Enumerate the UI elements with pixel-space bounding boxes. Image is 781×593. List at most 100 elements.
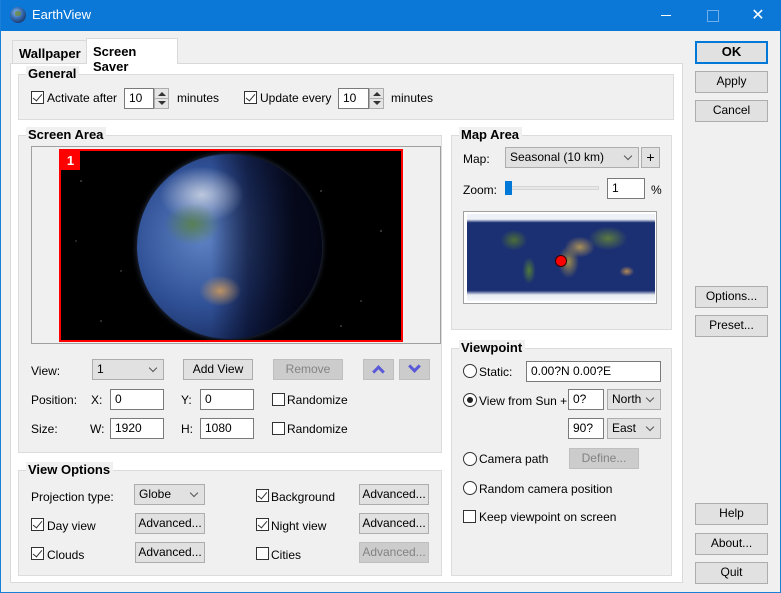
size-height-input[interactable]: 1080 [200,418,254,439]
night-view-checkbox[interactable] [256,518,269,531]
randomize-position-label: Randomize [287,393,348,407]
chevron-down-icon [408,360,421,373]
quit-button[interactable]: Quit [695,562,768,584]
randomize-size-checkbox[interactable] [272,422,285,435]
camera-path-label: Camera path [479,452,549,466]
remove-view-button[interactable]: Remove [273,359,343,380]
night-view-advanced-button[interactable]: Advanced... [359,513,429,534]
view-from-sun-radio[interactable] [463,393,477,407]
chevron-down-icon [148,363,158,373]
cancel-button[interactable]: Cancel [695,100,768,122]
spin-up-icon[interactable] [373,92,381,96]
activate-after-spinner[interactable] [154,88,169,109]
latitude-direction-value: North [612,392,642,406]
viewpoint-group-title: Viewpoint [459,340,526,355]
screen-area-group-title: Screen Area [26,127,107,142]
chevron-down-icon [623,151,633,161]
define-camera-path-button[interactable]: Define... [569,448,639,469]
close-button[interactable]: ✕ [735,0,781,31]
cities-advanced-button[interactable]: Advanced... [359,542,429,563]
preset-button[interactable]: Preset... [695,315,768,337]
day-view-advanced-button[interactable]: Advanced... [135,513,205,534]
cities-label: Cities [271,548,302,562]
position-y-input[interactable]: 0 [200,389,254,410]
clouds-checkbox[interactable] [31,547,44,560]
position-x-input[interactable]: 0 [110,389,164,410]
update-every-input[interactable]: 10 [338,88,369,109]
randomize-position-checkbox[interactable] [272,393,285,406]
projection-type-select[interactable]: Globe [134,484,205,505]
map-area-group-title: Map Area [459,127,523,142]
background-checkbox[interactable] [256,489,269,502]
static-coordinates-input[interactable]: 0.00?N 0.00?E [526,361,661,382]
map-select-value: Seasonal (10 km) [510,150,605,164]
ok-button[interactable]: OK [695,41,768,64]
random-camera-label: Random camera position [479,482,613,496]
spin-down-icon[interactable] [158,101,166,105]
earth-globe-preview [137,154,322,339]
general-group-title: General [26,66,80,81]
update-every-label: Update every [260,91,332,105]
view-from-sun-label: View from Sun + [479,394,568,408]
background-advanced-button[interactable]: Advanced... [359,484,429,505]
move-view-up-button[interactable] [363,359,394,380]
screen-number-badge: 1 [61,151,80,170]
clouds-label: Clouds [47,548,85,562]
add-view-button[interactable]: Add View [183,359,253,380]
view-label: View: [31,364,61,378]
chevron-down-icon [189,488,199,498]
projection-type-label: Projection type: [31,490,114,504]
h-label: H: [181,422,193,436]
update-every-checkbox[interactable] [244,91,257,104]
projection-type-value: Globe [139,487,172,501]
sun-longitude-direction-select[interactable]: East [607,418,661,439]
sun-longitude-input[interactable]: 90? [568,418,604,439]
map-select[interactable]: Seasonal (10 km) [505,147,639,168]
camera-path-radio[interactable] [463,452,477,466]
size-label: Size: [31,422,58,436]
background-label: Background [271,490,336,504]
help-button[interactable]: Help [695,503,768,525]
window-title: EarthView [32,7,92,22]
tab-wallpaper[interactable]: Wallpaper [12,40,87,64]
randomize-size-label: Randomize [287,422,348,436]
add-map-button[interactable]: + [641,147,660,168]
viewpoint-marker-icon[interactable] [555,255,567,267]
chevron-down-icon [645,393,655,403]
random-camera-radio[interactable] [463,481,477,495]
zoom-input[interactable]: 1 [607,178,645,199]
tab-screen-saver[interactable]: Screen Saver [86,38,178,74]
activate-after-input[interactable]: 10 [124,88,154,109]
keep-viewpoint-checkbox[interactable] [463,510,476,523]
spin-up-icon[interactable] [158,92,166,96]
view-options-group-title: View Options [26,462,114,477]
apply-button[interactable]: Apply [695,71,768,93]
clouds-advanced-button[interactable]: Advanced... [135,542,205,563]
maximize-button[interactable] [689,0,735,31]
sun-latitude-direction-select[interactable]: North [607,389,661,410]
activate-after-checkbox[interactable] [31,91,44,104]
update-every-unit: minutes [391,91,434,105]
zoom-slider-track[interactable] [507,186,599,190]
zoom-slider-thumb[interactable] [504,181,512,195]
cities-checkbox[interactable] [256,547,269,560]
move-view-down-button[interactable] [399,359,430,380]
view-select-value: 1 [97,362,104,376]
sun-latitude-input[interactable]: 0? [568,389,604,410]
map-label: Map: [463,152,490,166]
screen-preview[interactable]: 1 [59,149,403,342]
update-every-spinner[interactable] [369,88,384,109]
zoom-label: Zoom: [463,183,498,197]
view-select[interactable]: 1 [92,359,164,380]
title-bar: EarthView ✕ [1,0,781,31]
about-button[interactable]: About... [695,533,768,555]
chevron-down-icon [645,422,655,432]
static-radio[interactable] [463,364,477,378]
day-view-checkbox[interactable] [31,518,44,531]
minimize-button[interactable] [643,0,689,31]
y-label: Y: [181,393,192,407]
spin-down-icon[interactable] [373,101,381,105]
earthview-window: EarthView ✕ Wallpaper Screen Saver Gener… [0,0,781,593]
size-width-input[interactable]: 1920 [110,418,164,439]
options-button[interactable]: Options... [695,286,768,308]
